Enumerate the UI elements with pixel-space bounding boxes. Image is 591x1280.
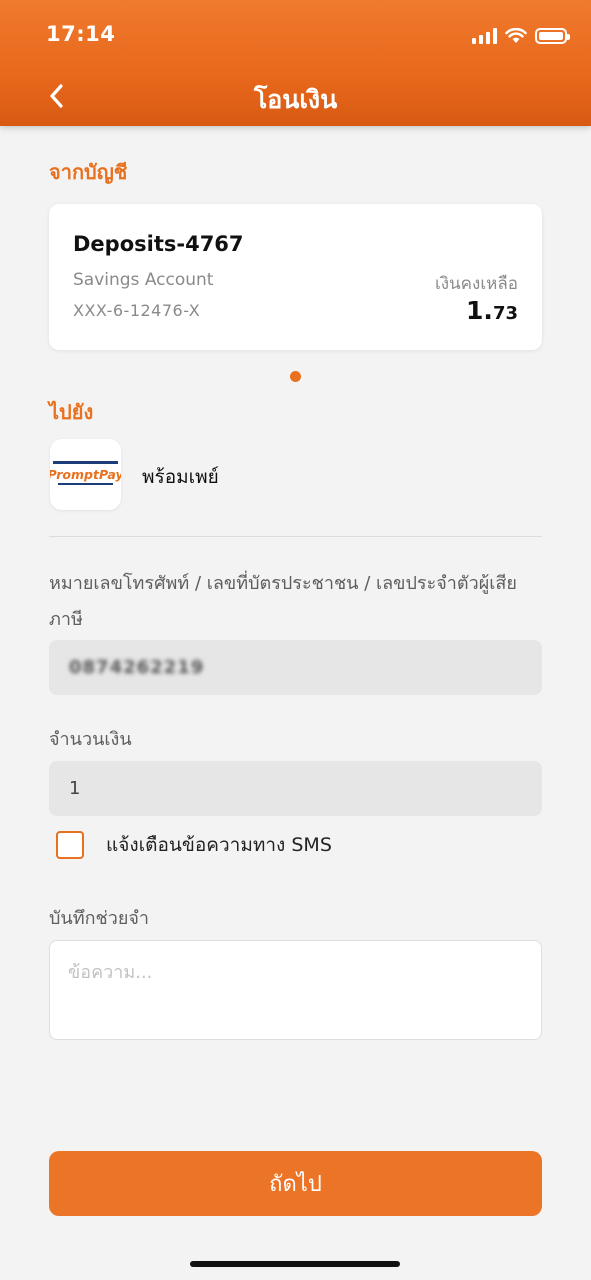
- promptpay-logo: PromptPay: [47, 439, 124, 510]
- to-destination-label: ไปยัง: [49, 400, 94, 424]
- promptpay-logo-icon: PromptPay: [47, 461, 124, 485]
- account-number: XXX-6-12476-X: [73, 301, 201, 320]
- cellular-signal-icon: [472, 28, 497, 44]
- page-title: โอนเงิน: [253, 85, 338, 114]
- balance-decimal: 73: [492, 303, 518, 324]
- promptpay-service-name: พร้อมเพย์: [142, 466, 219, 488]
- source-account-card[interactable]: Deposits-4767 Savings Account XXX-6-1247…: [49, 204, 542, 350]
- amount-field-label: จำนวนเงิน: [49, 729, 132, 750]
- sms-notify-checkbox[interactable]: [56, 831, 84, 859]
- account-type: Savings Account: [73, 270, 214, 290]
- balance-value: 1.73: [466, 296, 518, 325]
- app-header: 17:14 โอนเงิน: [0, 0, 591, 126]
- sms-notify-label: แจ้งเตือนข้อความทาง SMS: [106, 834, 332, 856]
- memo-field-label: บันทึกช่วยจำ: [49, 908, 150, 929]
- account-name: Deposits-4767: [73, 232, 244, 256]
- amount-input[interactable]: 1: [49, 761, 542, 816]
- svg-text:PromptPay: PromptPay: [50, 467, 121, 482]
- next-button[interactable]: ถัดไป: [49, 1151, 542, 1216]
- from-account-label: จากบัญชี: [49, 160, 128, 184]
- carousel-page-indicator: [290, 371, 301, 382]
- phone-id-input[interactable]: 0874262219: [49, 640, 542, 695]
- amount-value: 1: [69, 778, 81, 799]
- balance-label: เงินคงเหลือ: [434, 274, 518, 294]
- phone-id-field-label: หมายเลขโทรศัพท์ / เลขที่บัตรประชาชน / เล…: [49, 573, 517, 630]
- battery-icon: [535, 28, 570, 44]
- status-icons: [472, 24, 570, 48]
- section-divider: [49, 536, 542, 537]
- memo-placeholder: ข้อความ...: [68, 962, 153, 983]
- sms-notify-option[interactable]: แจ้งเตือนข้อความทาง SMS: [56, 830, 332, 860]
- phone-id-value: 0874262219: [69, 657, 205, 678]
- home-indicator: [190, 1261, 400, 1267]
- wifi-icon: [505, 28, 527, 43]
- memo-textarea[interactable]: ข้อความ...: [49, 940, 542, 1040]
- status-time: 17:14: [46, 22, 116, 46]
- balance-integer: 1.: [466, 296, 493, 325]
